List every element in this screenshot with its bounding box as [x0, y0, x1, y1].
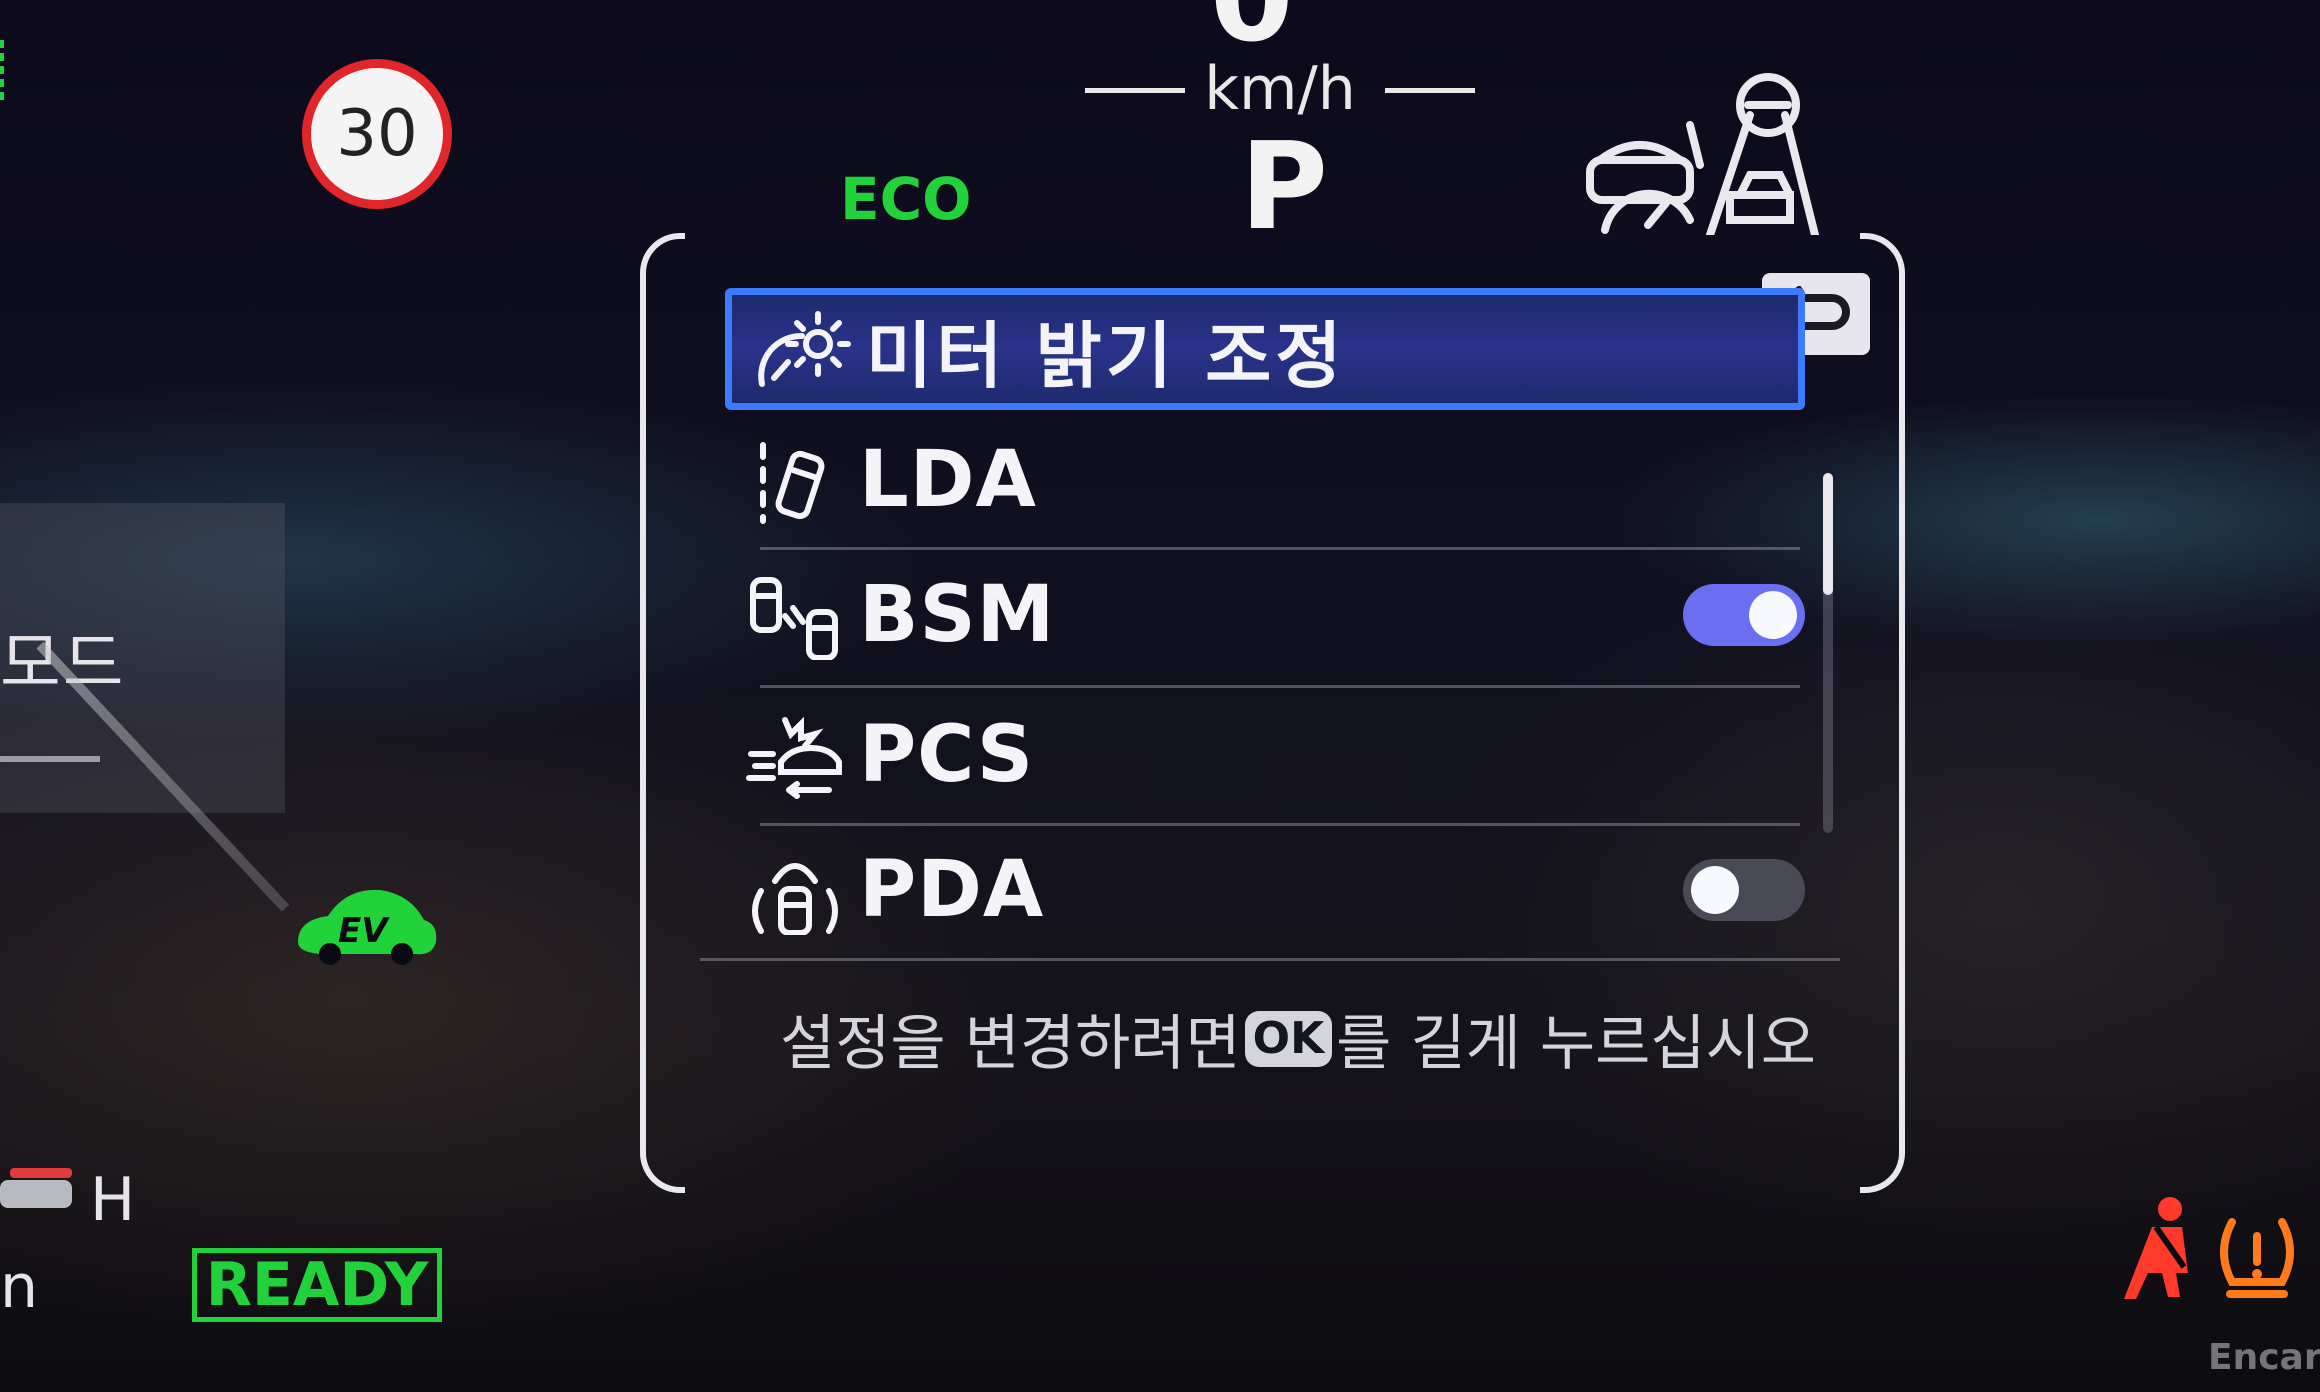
ev-text: EV	[338, 911, 390, 951]
menu-frame-right	[1860, 233, 1905, 1193]
menu-item-label: PCS	[859, 710, 1035, 800]
menu-scrollbar-thumb[interactable]	[1823, 473, 1833, 595]
temp-gauge-hot-mark	[10, 1168, 72, 1178]
menu-divider	[760, 823, 1800, 826]
menu-divider	[760, 547, 1800, 550]
menu-item-bsm[interactable]: BSM	[725, 553, 1805, 677]
seatbelt-warning-icon	[2124, 1197, 2188, 1299]
menu-item-label: BSM	[859, 570, 1056, 660]
speed-limit-sign: 30	[302, 59, 452, 209]
toggle-knob	[1749, 591, 1797, 639]
menu-item-label: LDA	[859, 435, 1037, 525]
toggle-knob	[1691, 866, 1739, 914]
menu-divider	[700, 958, 1840, 961]
left-panel-mode-text: 모드	[0, 610, 125, 706]
temp-high-label: H	[90, 1165, 136, 1235]
hold-ok-hint: 설정을 변경하려면 OK 를 길게 누르십시오	[780, 995, 1816, 1082]
temp-gauge-bar	[0, 1180, 72, 1208]
menu-divider	[760, 685, 1800, 688]
lane-departure-icon	[760, 442, 825, 524]
speed-unit: km/h	[1204, 54, 1356, 124]
settings-menu: 미터 밝기 조정 LDA BSM PCS PDA 설정을 변경하려면 OK 를 …	[640, 233, 1905, 1193]
menu-item-pda[interactable]: PDA	[725, 828, 1805, 952]
hint-text-before: 설정을 변경하려면	[780, 1009, 1241, 1079]
hint-text-after: 를 길게 누르십시오	[1336, 1009, 1816, 1079]
unit-line-right	[1385, 88, 1475, 93]
menu-item-lda[interactable]: LDA	[725, 418, 1805, 542]
pda-toggle[interactable]	[1683, 859, 1805, 921]
ok-button-badge: OK	[1244, 1010, 1333, 1067]
menu-item-label: PDA	[859, 845, 1045, 935]
tire-pressure-warning-icon	[2220, 1218, 2294, 1298]
adas-status-icon	[1586, 73, 1819, 235]
unit-line-left	[1085, 88, 1185, 93]
menu-item-pcs[interactable]: PCS	[725, 693, 1805, 817]
blind-spot-icon	[750, 577, 838, 660]
left-partial-label: n	[0, 1252, 39, 1322]
menu-item-label: 미터 밝기 조정	[866, 313, 1346, 398]
left-panel-divider	[0, 756, 100, 762]
pre-collision-icon	[746, 716, 842, 799]
watermark: Encar	[2208, 1337, 2320, 1378]
proactive-driving-icon	[752, 863, 838, 935]
menu-frame-left	[640, 233, 685, 1193]
meter-brightness-icon	[758, 311, 851, 387]
ready-indicator: READY	[192, 1248, 442, 1322]
bsm-toggle[interactable]	[1683, 584, 1805, 646]
ev-mode-indicator: EV	[298, 889, 437, 965]
green-indicator-edge	[0, 40, 12, 100]
eco-mode-indicator: ECO	[840, 165, 972, 233]
menu-item-meter-brightness[interactable]: 미터 밝기 조정	[725, 288, 1805, 410]
